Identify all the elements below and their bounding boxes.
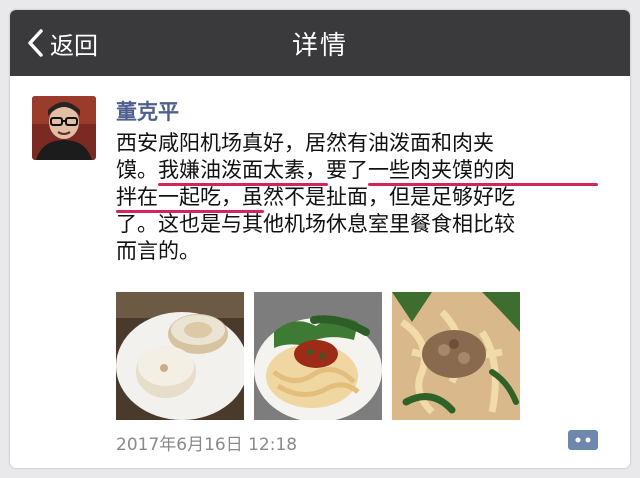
navbar: 返回 详情 [10, 10, 630, 76]
phone-frame: 返回 详情 董克平 西安咸阳机场真好，居然有油泼面和肉夹 馍。我嫌油泼面太素，要… [10, 10, 630, 468]
post-timestamp: 2017年6月16日 12:18 [116, 435, 298, 455]
post-text: 西安咸阳机场真好，居然有油泼面和肉夹 馍。我嫌油泼面太素，要了一些肉夹馍的肉 拌… [116, 130, 596, 265]
post-line: 而言的。 [116, 239, 200, 263]
highlight-underline [368, 183, 598, 186]
post-line: 馍。我嫌油泼面太素，要了一些肉夹馍的肉 [116, 158, 515, 182]
highlight-underline [158, 183, 328, 186]
post-line: 了。这也是与其他机场休息室里餐食相比较 [116, 212, 515, 236]
post-line: 西安咸阳机场真好，居然有油泼面和肉夹 [116, 131, 494, 155]
photo-youpo-noodles[interactable] [254, 292, 382, 420]
comment-button[interactable] [566, 426, 600, 456]
highlight-underline [116, 210, 264, 213]
page-title: 详情 [291, 30, 348, 61]
photo-mixed-noodles[interactable] [392, 292, 520, 420]
avatar[interactable] [32, 96, 96, 160]
post-line: 拌在一起吃，虽然不是扯面，但是足够好吃 [116, 185, 515, 209]
comment-icon [568, 430, 598, 450]
author-name[interactable]: 董克平 [116, 96, 179, 126]
photo-roujiamo[interactable] [116, 292, 244, 420]
